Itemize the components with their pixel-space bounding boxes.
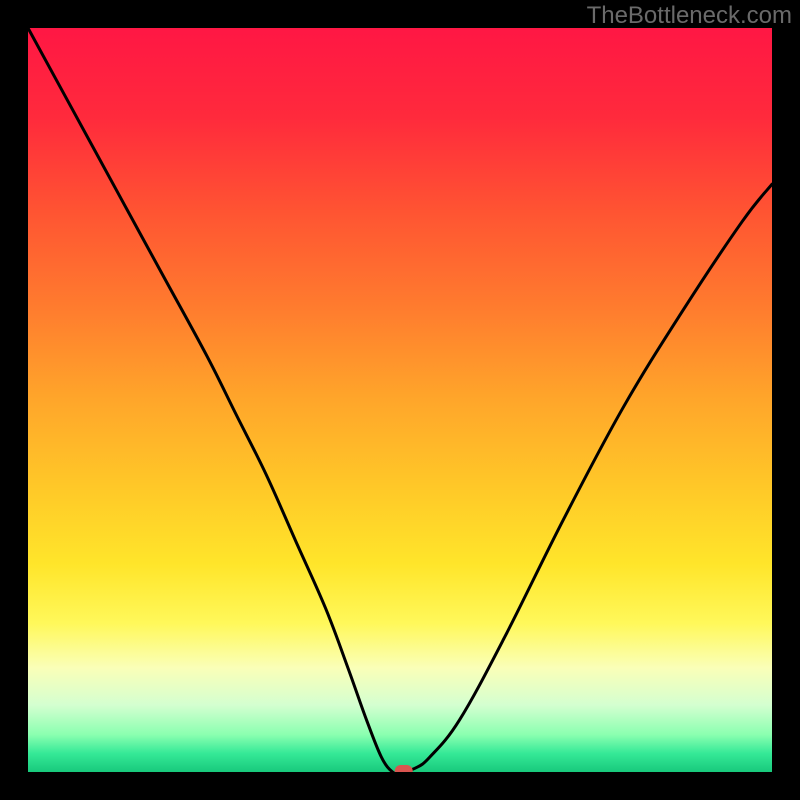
gradient-background [28, 28, 772, 772]
watermark-label: TheBottleneck.com [587, 2, 792, 30]
chart-container: TheBottleneck.com [0, 0, 800, 800]
bottleneck-chart [0, 0, 800, 800]
